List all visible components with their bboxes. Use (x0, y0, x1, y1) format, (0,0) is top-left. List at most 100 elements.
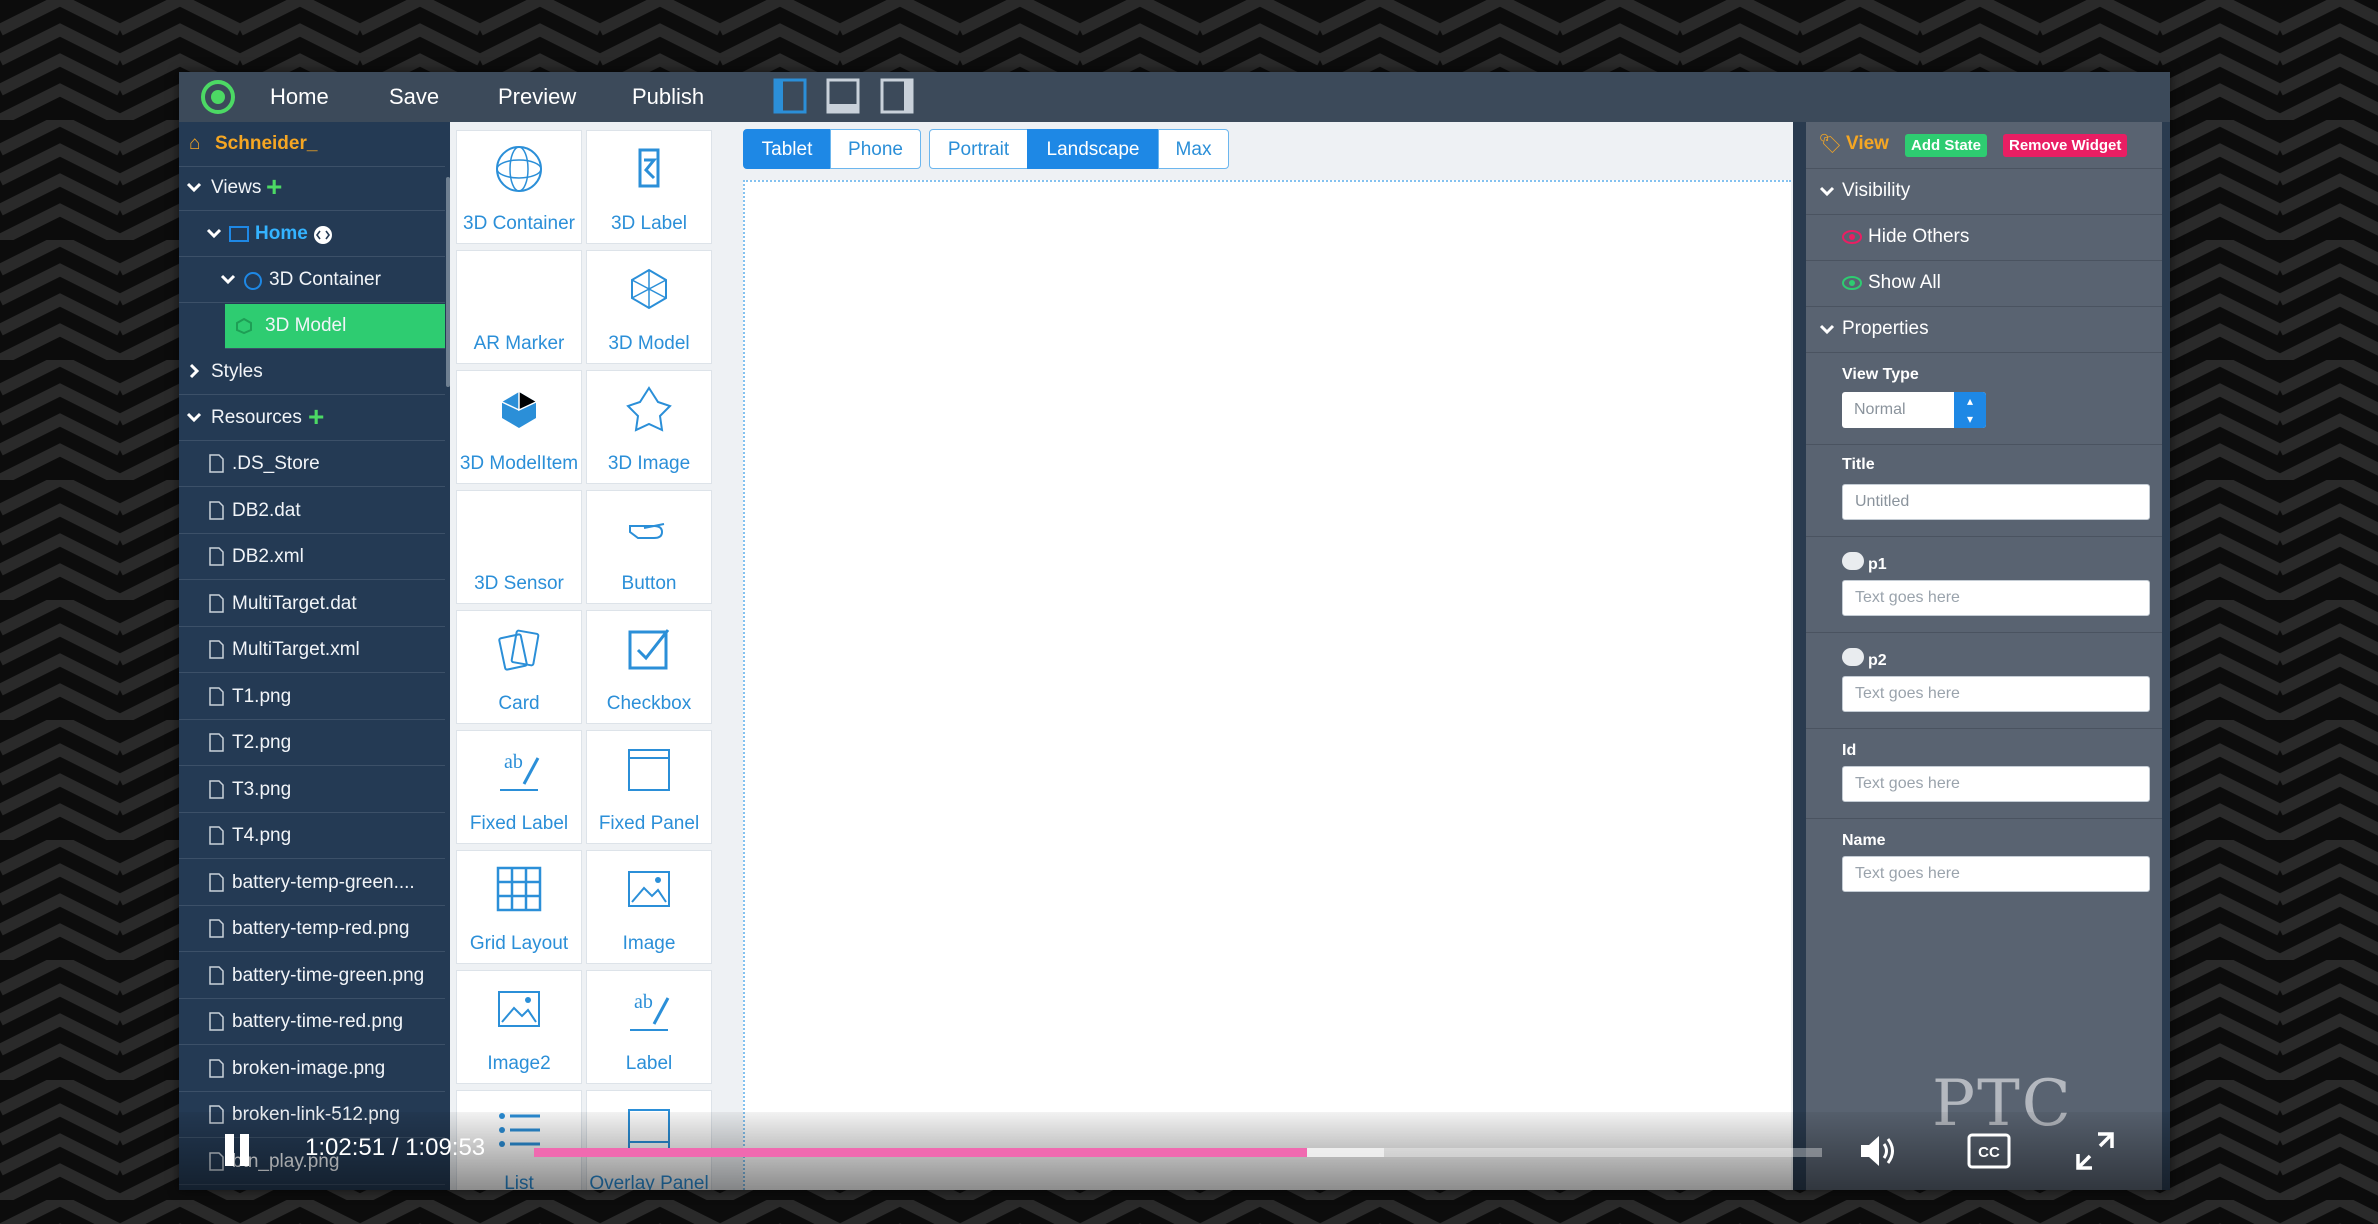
file-name: T4.png (232, 825, 292, 846)
hide-others-row[interactable]: Hide Others (1806, 214, 2162, 261)
remove-widget-button[interactable]: Remove Widget (2003, 134, 2128, 157)
file-icon (209, 593, 224, 613)
tree-3d-container[interactable]: 3D Container (179, 258, 445, 303)
chevron-right-icon[interactable] (185, 362, 203, 380)
nav-publish[interactable]: Publish (632, 84, 704, 110)
model-label: 3D Model (265, 315, 347, 336)
widget-tile[interactable]: Image2 (456, 970, 582, 1084)
pause-icon[interactable] (222, 1132, 252, 1168)
widget-tile[interactable]: Card (456, 610, 582, 724)
file-icon (209, 965, 224, 985)
widget-tile[interactable]: 3D ModelItem (456, 370, 582, 484)
chevron-down-icon[interactable] (219, 270, 237, 288)
p1-input[interactable]: Text goes here (1842, 580, 2150, 616)
view-type-select[interactable]: Normal ▴ ▾ (1842, 392, 1986, 428)
widget-tile[interactable]: 3D Label (586, 130, 712, 244)
resource-file-row[interactable]: MultiTarget.dat (179, 582, 445, 627)
widget-label: 3D Image (607, 453, 691, 474)
resource-file-row[interactable]: DB2.dat (179, 489, 445, 534)
p2-label: p2 (1868, 652, 1887, 669)
nav-save[interactable]: Save (389, 84, 439, 110)
resource-file-row[interactable]: T3.png (179, 768, 445, 813)
progress-bar[interactable] (534, 1148, 1822, 1157)
widget-label: Grid Layout (469, 933, 569, 954)
resource-file-row[interactable]: battery-time-green.png (179, 954, 445, 999)
name-input[interactable]: Text goes here (1842, 856, 2150, 892)
widget-tile[interactable]: Checkbox (586, 610, 712, 724)
widget-tile[interactable]: Button (586, 490, 712, 604)
widget-tile[interactable]: 3D Model (586, 250, 712, 364)
widget-tile[interactable]: Fixed Panel (586, 730, 712, 844)
resource-file-row[interactable]: broken-image.png (179, 1047, 445, 1092)
volume-icon[interactable] (1855, 1128, 1901, 1174)
tree-styles[interactable]: Styles (179, 350, 445, 395)
add-view-icon[interactable]: + (266, 173, 282, 201)
add-state-button[interactable]: Add State (1905, 134, 1988, 157)
resource-file-row[interactable]: battery-time-red.png (179, 1000, 445, 1045)
file-name: battery-time-green.png (232, 964, 425, 986)
hide-others-label: Hide Others (1868, 226, 1970, 247)
app-logo-icon[interactable] (201, 80, 235, 114)
portrait-button[interactable]: Portrait (929, 129, 1028, 169)
nav-preview[interactable]: Preview (498, 84, 576, 110)
add-resource-icon[interactable]: + (308, 403, 324, 431)
layout-left-panel-icon[interactable] (773, 78, 807, 114)
chevron-down-icon[interactable] (1818, 320, 1836, 338)
svg-text:ab: ab (634, 991, 653, 1013)
chevron-down-icon[interactable] (185, 178, 203, 196)
visibility-section[interactable]: Visibility (1806, 168, 2162, 215)
file-icon (209, 1058, 224, 1078)
tree-view-home[interactable]: Home (179, 212, 445, 257)
title-input[interactable]: Untitled (1842, 484, 2150, 520)
tree-views[interactable]: Views + (179, 166, 445, 211)
fullscreen-icon[interactable] (2072, 1128, 2118, 1174)
widget-label: 3D ModelItem (459, 453, 579, 474)
chevron-down-icon[interactable] (205, 224, 223, 242)
show-all-row[interactable]: Show All (1806, 260, 2162, 307)
landscape-button[interactable]: Landscape (1027, 129, 1159, 169)
resource-file-row[interactable]: DB2.xml (179, 535, 445, 580)
widget-tile[interactable]: Image (586, 850, 712, 964)
nav-home[interactable]: Home (270, 84, 329, 110)
button-hand-icon (629, 523, 665, 539)
resource-file-row[interactable]: .DS_Store (179, 442, 445, 487)
id-input[interactable]: Text goes here (1842, 766, 2150, 802)
widget-tile[interactable]: 3D Image (586, 370, 712, 484)
resource-file-row[interactable]: T1.png (179, 675, 445, 720)
widget-tile[interactable]: Grid Layout (456, 850, 582, 964)
resource-file-row[interactable]: battery-temp-red.png (179, 907, 445, 952)
binding-toggle-icon[interactable] (1842, 648, 1864, 666)
file-name: broken-image.png (232, 1057, 386, 1079)
resource-file-row[interactable]: T4.png (179, 814, 445, 859)
max-button[interactable]: Max (1158, 129, 1229, 169)
3d-container-icon (244, 272, 262, 290)
file-icon (209, 779, 224, 799)
widget-tile[interactable]: AR Marker (456, 250, 582, 364)
closed-captions-icon[interactable]: CC (1966, 1128, 2012, 1174)
chevron-down-icon[interactable] (185, 408, 203, 426)
layout-right-panel-icon[interactable] (880, 78, 914, 114)
resource-file-row[interactable]: battery-temp-green.... (179, 861, 445, 906)
tree-resources[interactable]: Resources + (179, 396, 445, 441)
tablet-button[interactable]: Tablet (743, 129, 831, 169)
design-canvas[interactable] (743, 180, 1791, 1190)
view-type-value: Normal (1854, 401, 1906, 418)
chevron-down-icon[interactable] (1818, 182, 1836, 200)
project-name-row[interactable]: ⌂ Schneider_ (179, 122, 445, 167)
widget-label: Card (498, 693, 540, 714)
tree-3d-model[interactable]: 3D Model (225, 304, 445, 349)
resource-file-row[interactable]: MultiTarget.xml (179, 628, 445, 673)
binding-toggle-icon[interactable] (1842, 552, 1864, 570)
select-arrows-icon[interactable]: ▴ ▾ (1954, 392, 1986, 428)
file-name: battery-time-red.png (232, 1011, 404, 1032)
phone-button[interactable]: Phone (830, 129, 921, 169)
code-badge-icon[interactable] (313, 225, 333, 245)
resource-file-row[interactable]: T2.png (179, 721, 445, 766)
p2-input[interactable]: Text goes here (1842, 676, 2150, 712)
widget-tile[interactable]: 3D Sensor (456, 490, 582, 604)
widget-tile[interactable]: ab Fixed Label (456, 730, 582, 844)
layout-bottom-panel-icon[interactable] (826, 78, 860, 114)
properties-section[interactable]: Properties (1806, 306, 2162, 353)
widget-tile[interactable]: 3D Container (456, 130, 582, 244)
widget-tile[interactable]: ab Label (586, 970, 712, 1084)
